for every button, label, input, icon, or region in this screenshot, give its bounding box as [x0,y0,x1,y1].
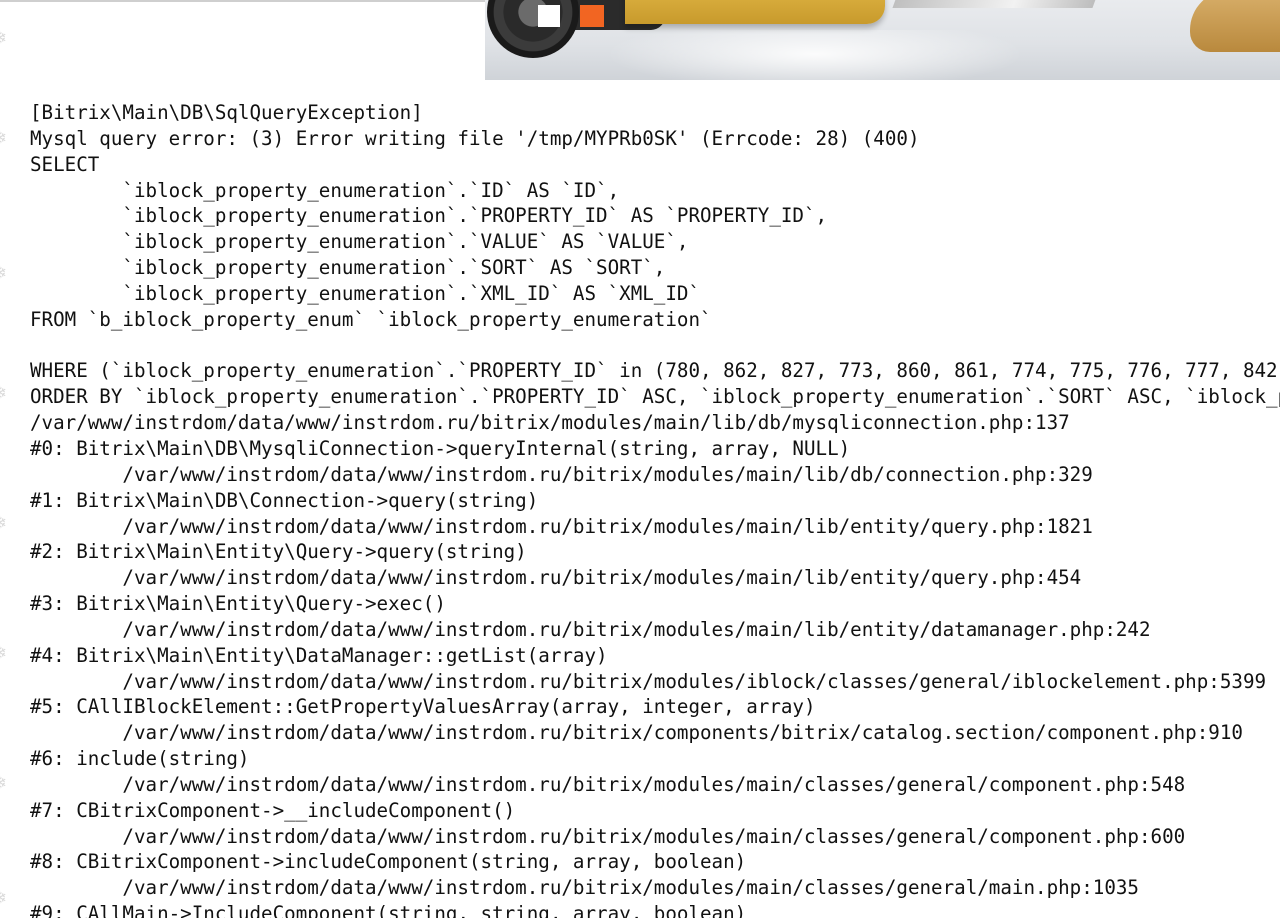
error-line: /var/www/instrdom/data/www/instrdom.ru/b… [30,514,1093,538]
slider-indicator-active[interactable] [580,5,604,27]
error-line: /var/www/instrdom/data/www/instrdom.ru/b… [30,876,1139,900]
banner-right-object [1190,0,1280,52]
error-line: /var/www/instrdom/data/www/instrdom.ru/b… [30,617,1151,641]
snowflake-decoration-icon: ❄ [0,645,10,663]
error-line: ORDER BY `iblock_property_enumeration`.`… [30,385,1280,409]
error-line: #0: Bitrix\Main\DB\MysqliConnection->que… [30,436,851,460]
snowflake-decoration-icon: ❄ [0,775,10,793]
snowflake-decoration-icon: ❄ [0,385,10,403]
banner-forklift-body [625,0,885,24]
snowflake-decoration-icon: ❄ [0,30,10,48]
error-line: Mysql query error: (3) Error writing fil… [30,126,920,150]
error-line: #8: CBitrixComponent->includeComponent(s… [30,850,747,874]
error-line: #5: CAllIBlockElement::GetPropertyValues… [30,695,816,719]
snowflake-decoration-icon: ❄ [0,130,10,148]
error-line: `iblock_property_enumeration`.`PROPERTY_… [30,204,828,228]
error-line: /var/www/instrdom/data/www/instrdom.ru/b… [30,824,1186,848]
banner-floor-shine [605,30,1025,80]
error-line: /var/www/instrdom/data/www/instrdom.ru/b… [30,669,1267,693]
error-line: #6: include(string) [30,747,250,771]
snowflake-decoration-icon: ❄ [0,515,10,533]
error-line [30,333,1280,359]
error-line: #9: CAllMain->IncludeComponent(string, s… [30,902,747,918]
slider-indicator-white[interactable] [538,5,560,27]
banner-forklift-wheel [487,0,579,58]
error-line: FROM `b_iblock_property_enum` `iblock_pr… [30,307,712,331]
snowflake-decoration-icon: ❄ [0,890,10,908]
error-line: `iblock_property_enumeration`.`ID` AS `I… [30,178,620,202]
header-banner-image [485,0,1280,80]
error-line: #7: CBitrixComponent->__includeComponent… [30,798,516,822]
error-output: [Bitrix\Main\DB\SqlQueryException] Mysql … [30,100,1280,918]
snowflake-decoration-icon: ❄ [0,265,10,283]
error-line: `iblock_property_enumeration`.`VALUE` AS… [30,230,689,254]
error-line: #2: Bitrix\Main\Entity\Query->query(stri… [30,540,527,564]
error-line: #4: Bitrix\Main\Entity\DataManager::getL… [30,643,608,667]
error-line: #1: Bitrix\Main\DB\Connection->query(str… [30,488,539,512]
error-line: /var/www/instrdom/data/www/instrdom.ru/b… [30,411,1070,435]
error-line: #3: Bitrix\Main\Entity\Query->exec() [30,592,446,616]
error-line: [Bitrix\Main\DB\SqlQueryException] [30,101,423,124]
error-line: /var/www/instrdom/data/www/instrdom.ru/b… [30,566,1082,590]
error-line: /var/www/instrdom/data/www/instrdom.ru/b… [30,462,1093,486]
error-line: /var/www/instrdom/data/www/instrdom.ru/b… [30,772,1186,796]
error-line: `iblock_property_enumeration`.`SORT` AS … [30,256,666,280]
error-line: SELECT [30,152,100,176]
error-line: /var/www/instrdom/data/www/instrdom.ru/b… [30,721,1243,745]
error-line: WHERE (`iblock_property_enumeration`.`PR… [30,359,1280,383]
error-line: `iblock_property_enumeration`.`XML_ID` A… [30,281,701,305]
banner-steel-plate [892,0,1098,8]
